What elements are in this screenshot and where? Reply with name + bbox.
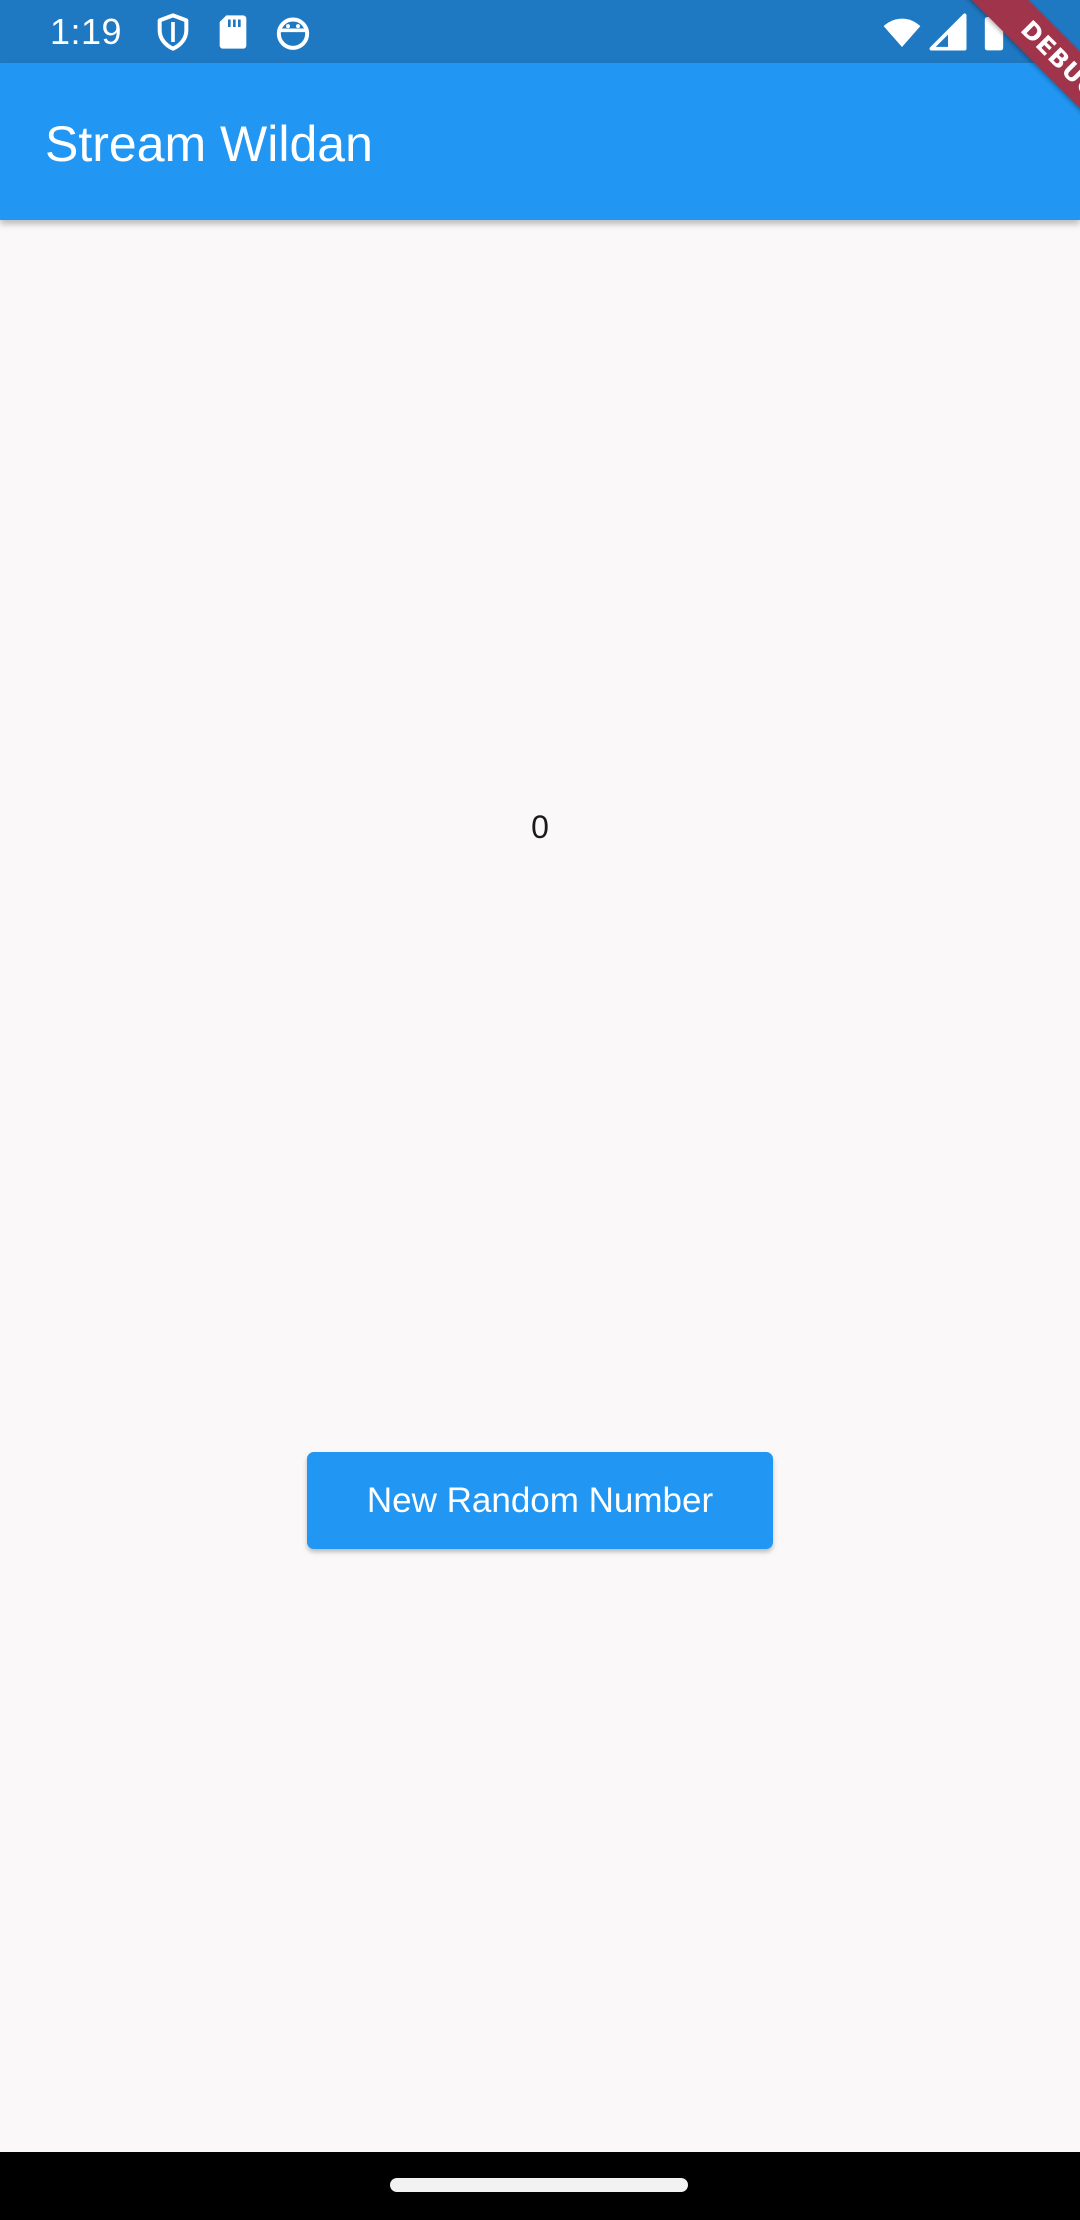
new-random-number-button[interactable]: New Random Number — [307, 1452, 773, 1549]
shield-icon — [157, 13, 189, 51]
home-gesture-handle[interactable] — [390, 2178, 688, 2192]
random-number-display: 0 — [531, 809, 549, 845]
status-bar: 1:19 — [0, 0, 1080, 63]
app-screen: 1:19 Stream Wildan DEBUG 0 New Random Nu… — [0, 0, 1080, 2220]
android-icon — [276, 17, 310, 50]
wifi-icon — [883, 18, 921, 47]
cellular-signal-icon — [929, 13, 967, 51]
app-bar: Stream Wildan — [0, 63, 1080, 220]
app-title: Stream Wildan — [45, 116, 373, 172]
navigation-bar — [0, 2152, 1080, 2220]
sd-card-icon — [219, 15, 247, 49]
status-time: 1:19 — [50, 11, 123, 52]
battery-icon — [984, 13, 1004, 51]
